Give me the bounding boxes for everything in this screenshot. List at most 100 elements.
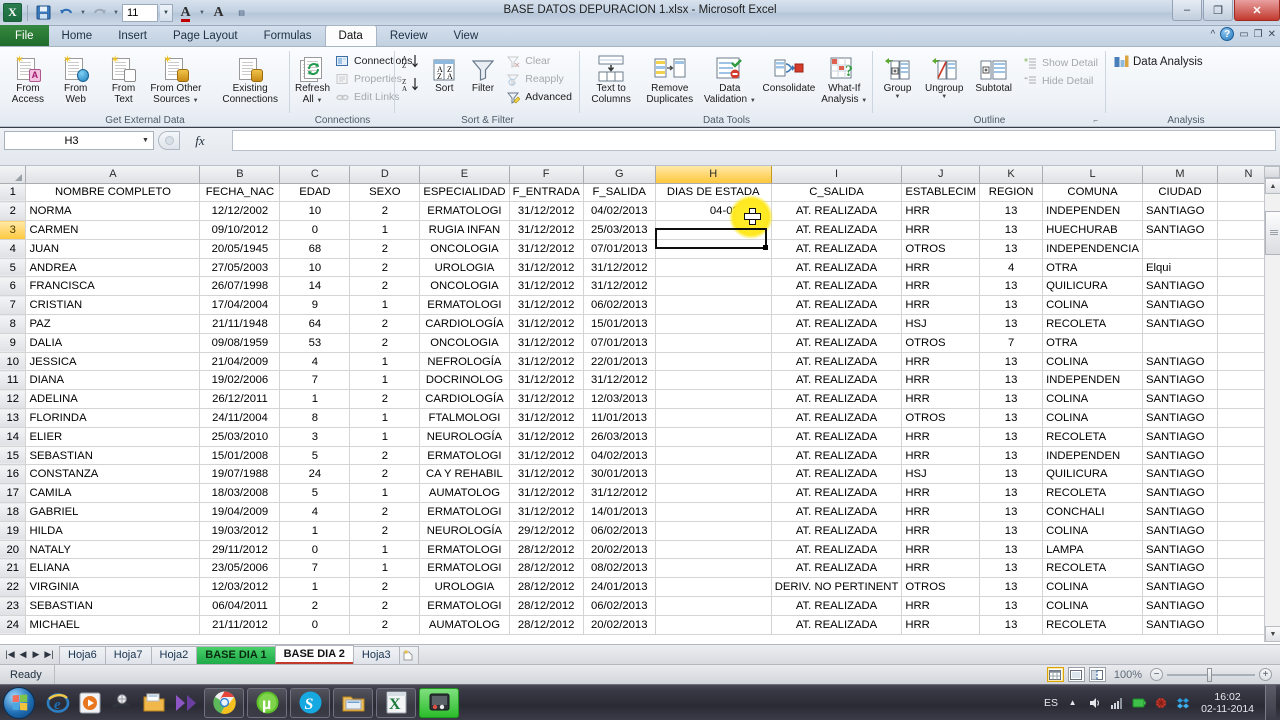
cell-C4[interactable]: 68: [280, 239, 350, 258]
cell-E22[interactable]: UROLOGIA: [420, 578, 509, 597]
cell-H10[interactable]: [655, 352, 771, 371]
subtotal-button[interactable]: Subtotal: [970, 51, 1017, 94]
cell-K13[interactable]: 13: [980, 409, 1043, 428]
remove-duplicates-button[interactable]: Remove Duplicates: [640, 51, 699, 105]
zoom-slider[interactable]: − +: [1150, 668, 1272, 681]
cell-K11[interactable]: 13: [980, 371, 1043, 390]
cell-G5[interactable]: 31/12/2012: [583, 258, 655, 277]
cell-K12[interactable]: 13: [980, 390, 1043, 409]
cell-K22[interactable]: 13: [980, 578, 1043, 597]
cell-E12[interactable]: CARDIOLOGÍA: [420, 390, 509, 409]
collapse-ribbon-icon[interactable]: ^: [1210, 29, 1215, 40]
cell-I22[interactable]: DERIV. NO PERTINENT: [771, 578, 902, 597]
row-header-24[interactable]: 24: [0, 615, 26, 634]
cell-G14[interactable]: 26/03/2013: [583, 427, 655, 446]
formula-input[interactable]: [232, 130, 1276, 151]
text-to-columns-button[interactable]: Text to Columns: [584, 51, 638, 105]
cell-G4[interactable]: 07/01/2013: [583, 239, 655, 258]
cell-E3[interactable]: RUGIA INFAN: [420, 221, 509, 240]
tab-page-layout[interactable]: Page Layout: [160, 26, 251, 46]
zoom-out-button[interactable]: −: [1150, 668, 1163, 681]
cell-A2[interactable]: NORMA: [26, 202, 200, 221]
cell-E19[interactable]: NEUROLOGÍA: [420, 521, 509, 540]
cell-M10[interactable]: SANTIAGO: [1142, 352, 1217, 371]
cell-F10[interactable]: 31/12/2012: [509, 352, 583, 371]
cell-A11[interactable]: DIANA: [26, 371, 200, 390]
cell-F7[interactable]: 31/12/2012: [509, 296, 583, 315]
cell-K16[interactable]: 13: [980, 465, 1043, 484]
internet-explorer-icon[interactable]: e: [43, 688, 73, 718]
cell-E14[interactable]: NEUROLOGÍA: [420, 427, 509, 446]
cell-C17[interactable]: 5: [280, 484, 350, 503]
cell-B10[interactable]: 21/04/2009: [200, 352, 280, 371]
cell-A7[interactable]: CRISTIAN: [26, 296, 200, 315]
cell-D4[interactable]: 2: [350, 239, 420, 258]
cell-B6[interactable]: 26/07/1998: [200, 277, 280, 296]
cell-A1[interactable]: NOMBRE COMPLETO: [26, 183, 200, 202]
scroll-down-button[interactable]: ▼: [1265, 626, 1280, 642]
cell-H11[interactable]: [655, 371, 771, 390]
cell-G24[interactable]: 20/02/2013: [583, 615, 655, 634]
cell-C3[interactable]: 0: [280, 221, 350, 240]
cell-E8[interactable]: CARDIOLOGÍA: [420, 315, 509, 334]
cell-F17[interactable]: 31/12/2012: [509, 484, 583, 503]
tab-view[interactable]: View: [441, 26, 492, 46]
cell-F14[interactable]: 31/12/2012: [509, 427, 583, 446]
cell-C9[interactable]: 53: [280, 333, 350, 352]
cell-L2[interactable]: INDEPENDEN: [1043, 202, 1143, 221]
cell-B13[interactable]: 24/11/2004: [200, 409, 280, 428]
cell-F11[interactable]: 31/12/2012: [509, 371, 583, 390]
cell-G11[interactable]: 31/12/2012: [583, 371, 655, 390]
cell-H19[interactable]: [655, 521, 771, 540]
zoom-in-button[interactable]: +: [1259, 668, 1272, 681]
cell-F2[interactable]: 31/12/2012: [509, 202, 583, 221]
cell-H8[interactable]: [655, 315, 771, 334]
cell-A22[interactable]: VIRGINIA: [26, 578, 200, 597]
column-header-A[interactable]: A: [26, 166, 200, 183]
cell-F20[interactable]: 28/12/2012: [509, 540, 583, 559]
volume-icon[interactable]: [1087, 695, 1102, 710]
cell-A4[interactable]: JUAN: [26, 239, 200, 258]
cell-G21[interactable]: 08/02/2013: [583, 559, 655, 578]
camtasia-icon[interactable]: [419, 688, 459, 718]
cell-M9[interactable]: [1142, 333, 1217, 352]
refresh-all-button[interactable]: Refresh All ▼: [294, 51, 331, 105]
cell-M17[interactable]: SANTIAGO: [1142, 484, 1217, 503]
sort-ascending-icon[interactable]: AZ: [402, 54, 422, 72]
antivirus-icon[interactable]: [1153, 695, 1168, 710]
cell-F6[interactable]: 31/12/2012: [509, 277, 583, 296]
cell-J22[interactable]: OTROS: [902, 578, 980, 597]
cell-E2[interactable]: ERMATOLOGI: [420, 202, 509, 221]
cell-M16[interactable]: SANTIAGO: [1142, 465, 1217, 484]
cell-D23[interactable]: 2: [350, 597, 420, 616]
cell-G9[interactable]: 07/01/2013: [583, 333, 655, 352]
column-header-E[interactable]: E: [420, 166, 509, 183]
cell-G19[interactable]: 06/02/2013: [583, 521, 655, 540]
sheet-tab-hoja2[interactable]: Hoja2: [151, 646, 198, 664]
cell-K9[interactable]: 7: [980, 333, 1043, 352]
row-header-18[interactable]: 18: [0, 503, 26, 522]
cell-M12[interactable]: SANTIAGO: [1142, 390, 1217, 409]
from-web-button[interactable]: ✶ From Web: [52, 51, 100, 105]
cell-B14[interactable]: 25/03/2010: [200, 427, 280, 446]
cell-E9[interactable]: ONCOLOGIA: [420, 333, 509, 352]
cell-L17[interactable]: RECOLETA: [1043, 484, 1143, 503]
cell-L8[interactable]: RECOLETA: [1043, 315, 1143, 334]
cell-E16[interactable]: CA Y REHABIL: [420, 465, 509, 484]
cell-B19[interactable]: 19/03/2012: [200, 521, 280, 540]
font-size-dropdown-icon[interactable]: ▼: [160, 4, 173, 22]
cell-H1[interactable]: DIAS DE ESTADA: [655, 183, 771, 202]
cell-C22[interactable]: 1: [280, 578, 350, 597]
from-text-button[interactable]: ✶ From Text: [100, 51, 148, 105]
worksheet-grid[interactable]: A B C D E F G H I J K L M N 1 NOMBRE COM…: [0, 166, 1280, 660]
cell-F24[interactable]: 28/12/2012: [509, 615, 583, 634]
cell-M22[interactable]: SANTIAGO: [1142, 578, 1217, 597]
cell-F15[interactable]: 31/12/2012: [509, 446, 583, 465]
cell-H13[interactable]: [655, 409, 771, 428]
cell-M3[interactable]: SANTIAGO: [1142, 221, 1217, 240]
prev-sheet-button[interactable]: ◀: [17, 649, 29, 660]
cell-A19[interactable]: HILDA: [26, 521, 200, 540]
minimize-button[interactable]: –: [1172, 0, 1202, 21]
cell-B5[interactable]: 27/05/2003: [200, 258, 280, 277]
close-workbook-icon[interactable]: ✕: [1268, 29, 1276, 40]
